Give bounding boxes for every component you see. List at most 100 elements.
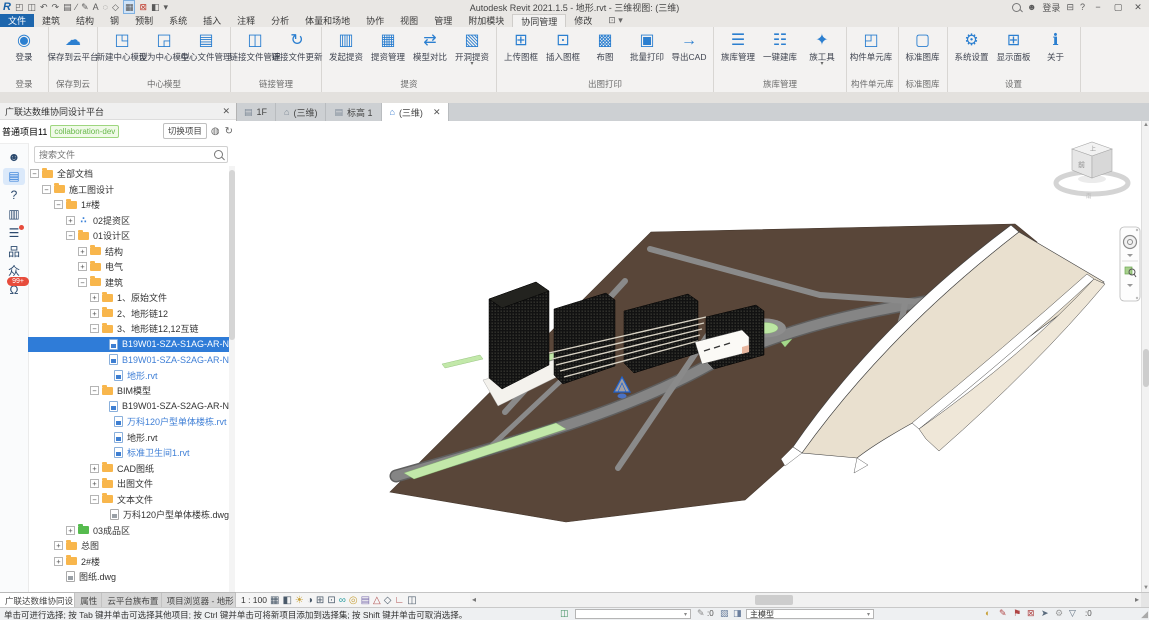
hide-analytical-icon[interactable]: △: [373, 594, 381, 607]
switch-windows-icon[interactable]: ◧: [151, 1, 160, 13]
ribbon-tab-系统[interactable]: 系统: [161, 14, 195, 27]
exclude-options-icon[interactable]: ⊠: [1027, 608, 1035, 619]
tree-expander-icon[interactable]: +: [78, 262, 87, 271]
tree-expander-icon[interactable]: −: [90, 386, 99, 395]
drawing-area[interactable]: 上 前 南: [236, 121, 1141, 592]
tree-item[interactable]: B19W01-SZA-S1AG-AR-N: [28, 337, 229, 353]
ribbon-tab-钢[interactable]: 钢: [102, 14, 127, 27]
ribbon-tab-视图[interactable]: 视图: [392, 14, 426, 27]
tree-expander-icon[interactable]: +: [90, 293, 99, 302]
tree-expander-icon[interactable]: −: [42, 185, 51, 194]
documents-icon[interactable]: ▤: [3, 168, 25, 185]
tree-item[interactable]: +2、地形链12: [28, 306, 229, 322]
view-tab-1F[interactable]: ▤1F: [236, 103, 276, 121]
scroll-right-icon[interactable]: ▸: [1135, 595, 1139, 604]
ribbon-tab-建筑[interactable]: 建筑: [34, 14, 68, 27]
shadows-icon[interactable]: ◑: [307, 594, 313, 607]
ribbon-button-链接文件管理[interactable]: ◫链接文件管理: [235, 29, 275, 62]
view-tab-(三维)[interactable]: ⌂(三维): [276, 103, 326, 121]
view-tab-标高 1[interactable]: ▤标高 1: [326, 103, 381, 121]
ribbon-tab-分析[interactable]: 分析: [263, 14, 297, 27]
tree-item[interactable]: B19W01-SZA-S2AG-AR-N: [28, 352, 229, 368]
ribbon-button-构件单元库[interactable]: ◰构件单元库: [851, 29, 891, 62]
dock-tab-属性[interactable]: 属性: [75, 593, 102, 608]
tree-expander-icon[interactable]: +: [54, 541, 63, 550]
worksharing-display-toggle-icon[interactable]: ◐: [985, 608, 990, 618]
ribbon-button-标准图库[interactable]: ▢标准图库: [903, 29, 943, 62]
tree-item[interactable]: +CAD图纸: [28, 461, 229, 477]
pin-icon[interactable]: ⚑: [1013, 608, 1021, 619]
tree-expander-icon[interactable]: −: [54, 200, 63, 209]
worksharing-monitor-icon[interactable]: ▦: [123, 0, 136, 14]
ribbon-button-显示面板[interactable]: ⊞显示面板: [994, 29, 1034, 62]
tree-expander-icon[interactable]: −: [66, 231, 75, 240]
vertical-scrollbar-thumb[interactable]: [1143, 349, 1149, 387]
tree-item[interactable]: −BIM模型: [28, 383, 229, 399]
visual-style-icon[interactable]: ◧: [282, 594, 291, 607]
zoom-icon[interactable]: [1125, 267, 1132, 274]
worksharing-display-icon[interactable]: ◫: [407, 594, 416, 607]
ribbon-button-导出CAD[interactable]: →导出CAD: [669, 29, 709, 62]
ribbon-button-关于[interactable]: ℹ关于: [1036, 29, 1076, 62]
ribbon-tab-体量和场地[interactable]: 体量和场地: [297, 14, 358, 27]
tree-item[interactable]: 标准卫生间1.rvt: [28, 445, 229, 461]
tree-expander-icon[interactable]: −: [90, 324, 99, 333]
ribbon-tab-管理[interactable]: 管理: [426, 14, 460, 27]
ribbon-tab-预制[interactable]: 预制: [127, 14, 161, 27]
tree-item[interactable]: 万科120户型单体楼栋.dwg: [28, 507, 229, 523]
design-option-selector[interactable]: 主模型▾: [746, 609, 874, 619]
help-icon[interactable]: ?: [1080, 1, 1085, 13]
restore-icon[interactable]: ▢: [1111, 2, 1125, 13]
ribbon-tab-附加模块[interactable]: 附加模块: [460, 14, 512, 27]
ribbon-button-中心文件管理[interactable]: ▤中心文件管理: [186, 29, 226, 62]
tree-expander-icon[interactable]: +: [54, 557, 63, 566]
navigation-bar[interactable]: [1120, 227, 1140, 301]
ribbon-button-新建中心模型[interactable]: ◳新建中心模型: [102, 29, 142, 62]
editable-only-icon[interactable]: ✎: [999, 608, 1007, 619]
ribbon-button-登录[interactable]: ◉登录: [4, 29, 44, 62]
close-hidden-windows-icon[interactable]: ⊠: [139, 1, 147, 13]
dock-tab-云平台族布置[interactable]: 云平台族布置: [102, 593, 161, 608]
ribbon-button-一键建库[interactable]: ☷一键建库: [760, 29, 800, 62]
tree-expander-icon[interactable]: −: [30, 169, 39, 178]
dock-tab-项目浏览器 - 地形[interactable]: 项目浏览器 - 地形: [162, 593, 236, 608]
close-icon[interactable]: ✕: [1131, 2, 1145, 13]
vertical-scrollbar[interactable]: ▲ ▼: [1141, 121, 1149, 592]
network-icon[interactable]: ◍: [210, 126, 221, 137]
ribbon-button-保存到云平台[interactable]: ☁保存到云平台: [53, 29, 93, 62]
modify-pencil-icon[interactable]: ✎: [81, 1, 89, 13]
temp-hide-isolate-icon[interactable]: ∞: [339, 594, 346, 607]
detail-level-icon[interactable]: ▦: [270, 594, 279, 607]
filter-icon[interactable]: ▽: [1069, 608, 1076, 619]
tasks-icon[interactable]: ☰: [3, 225, 25, 242]
refresh-icon[interactable]: ↻: [224, 126, 234, 137]
close-view-icon[interactable]: ✕: [433, 107, 441, 118]
tree-item[interactable]: −全部文档: [28, 166, 229, 182]
temp-view-props-icon[interactable]: ▤: [361, 594, 370, 607]
signin-label[interactable]: 登录: [1042, 1, 1060, 14]
org-structure-icon[interactable]: 品: [3, 244, 25, 261]
search-icon[interactable]: [1012, 3, 1021, 12]
reveal-hidden-icon[interactable]: ◎: [349, 594, 358, 607]
viewcube-front-label[interactable]: 前: [1078, 160, 1085, 169]
tree-expander-icon[interactable]: +: [90, 479, 99, 488]
ribbon-button-模型对比[interactable]: ⇄模型对比: [410, 29, 450, 62]
open-file-icon[interactable]: ◰: [15, 1, 24, 13]
tree-expander-icon[interactable]: −: [90, 495, 99, 504]
ribbon-tab-文件[interactable]: 文件: [0, 14, 34, 27]
panel-close-icon[interactable]: ✕: [222, 106, 236, 117]
text-tag-icon[interactable]: A: [93, 1, 99, 13]
ribbon-tab-结构[interactable]: 结构: [68, 14, 102, 27]
revit-logo[interactable]: R: [3, 1, 11, 13]
ribbon-button-布图[interactable]: ▩布图: [585, 29, 625, 62]
viewcube-top-label[interactable]: 上: [1090, 145, 1096, 153]
tree-scrollbar-thumb[interactable]: [229, 170, 235, 340]
tree-item[interactable]: −3、地形链12,12互链: [28, 321, 229, 337]
ribbon-tab-协同管理[interactable]: 协同管理: [512, 14, 566, 27]
sun-path-icon[interactable]: ☀: [295, 594, 304, 607]
ribbon-button-提资管理[interactable]: ▦提资管理: [368, 29, 408, 62]
worksets-icon[interactable]: ◫: [560, 608, 569, 619]
tree-expander-icon[interactable]: +: [90, 464, 99, 473]
ribbon-button-上传图框[interactable]: ⊞上传图框: [501, 29, 541, 62]
tree-item[interactable]: 图纸.dwg: [28, 569, 229, 585]
